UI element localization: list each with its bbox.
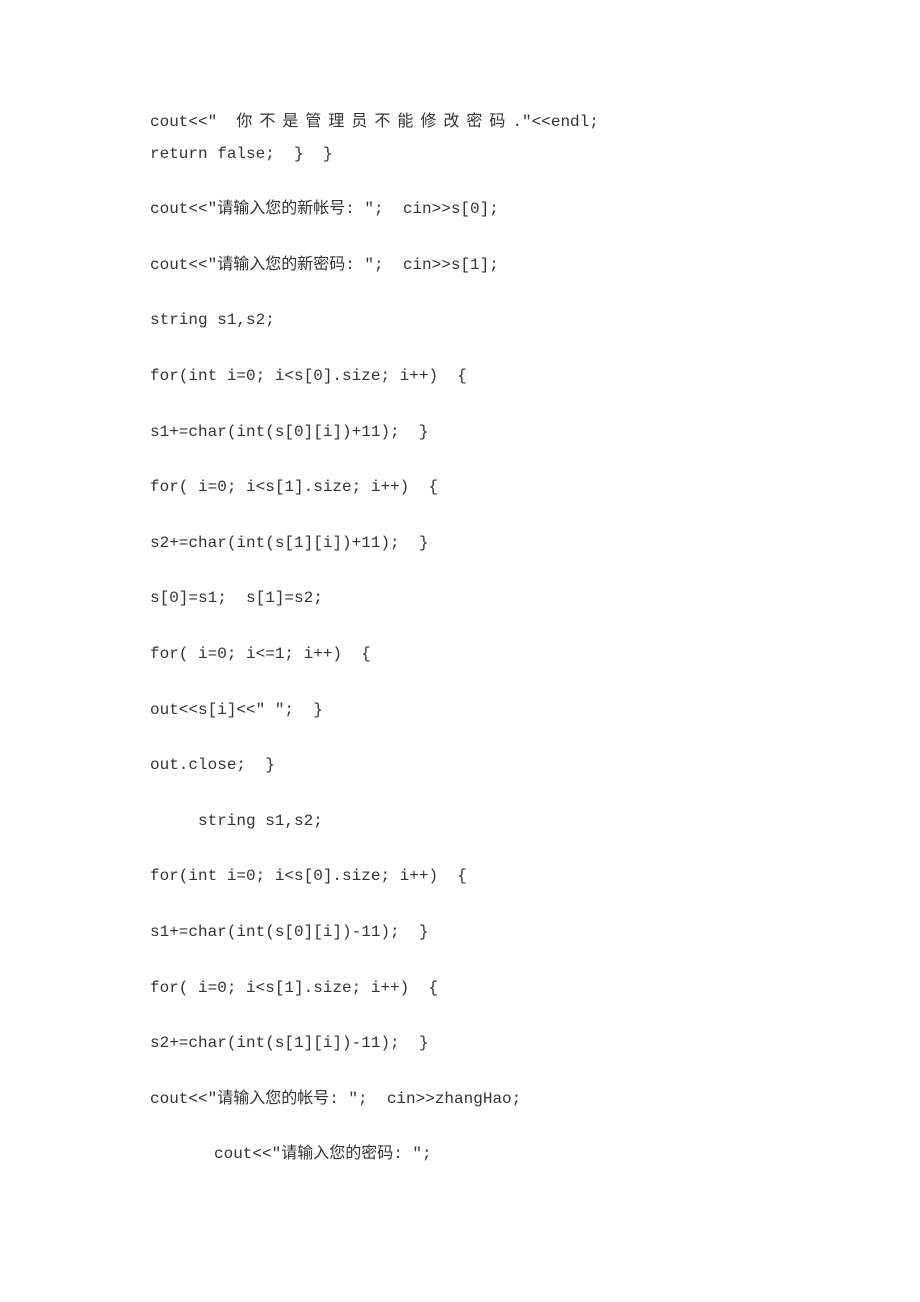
code-text: out<<s[i]<<" "; } — [150, 701, 323, 719]
code-text: return false; } } — [150, 145, 332, 163]
code-line: s1+=char(int(s[0][i])+11); } — [150, 420, 770, 446]
code-line: return false; } } — [150, 142, 770, 168]
code-text: for( i=0; i<s[1].size; i++) { — [150, 478, 438, 496]
code-line: string s1,s2; — [150, 809, 770, 835]
code-line: s2+=char(int(s[1][i])+11); } — [150, 531, 770, 557]
code-text: cout<<" — [150, 113, 236, 131]
code-line: s1+=char(int(s[0][i])-11); } — [150, 920, 770, 946]
code-line: for(int i=0; i<s[0].size; i++) { — [150, 364, 770, 390]
code-text: cout<<"请输入您的帐号: "; cin>>zhangHao; — [150, 1090, 521, 1108]
code-text: 你不是管理员不能修改密码 — [236, 113, 512, 131]
code-line: for( i=0; i<s[1].size; i++) { — [150, 475, 770, 501]
code-text: string s1,s2; — [198, 812, 323, 830]
code-line: for( i=0; i<=1; i++) { — [150, 642, 770, 668]
code-text: s1+=char(int(s[0][i])+11); } — [150, 423, 428, 441]
code-line: for(int i=0; i<s[0].size; i++) { — [150, 864, 770, 890]
document-page: cout<<" 你不是管理员不能修改密码."<<endl; return fals… — [0, 0, 920, 1278]
code-text: cout<<"请输入您的新帐号: "; cin>>s[0]; — [150, 200, 499, 218]
code-line: out.close; } — [150, 753, 770, 779]
code-line: out<<s[i]<<" "; } — [150, 698, 770, 724]
code-text: for(int i=0; i<s[0].size; i++) { — [150, 367, 467, 385]
code-text: for( i=0; i<s[1].size; i++) { — [150, 979, 438, 997]
code-text: s2+=char(int(s[1][i])-11); } — [150, 1034, 428, 1052]
code-line: s[0]=s1; s[1]=s2; — [150, 586, 770, 612]
code-line: cout<<"请输入您的新密码: "; cin>>s[1]; — [150, 253, 770, 279]
code-line: cout<<"请输入您的帐号: "; cin>>zhangHao; — [150, 1087, 770, 1113]
code-text: ."<<endl; — [512, 113, 598, 131]
code-text: for(int i=0; i<s[0].size; i++) { — [150, 867, 467, 885]
code-text: s[0]=s1; s[1]=s2; — [150, 589, 323, 607]
code-line: for( i=0; i<s[1].size; i++) { — [150, 976, 770, 1002]
code-text: s2+=char(int(s[1][i])+11); } — [150, 534, 428, 552]
code-line: s2+=char(int(s[1][i])-11); } — [150, 1031, 770, 1057]
code-line: cout<<" 你不是管理员不能修改密码."<<endl; — [150, 110, 770, 136]
code-text: s1+=char(int(s[0][i])-11); } — [150, 923, 428, 941]
code-text: string s1,s2; — [150, 311, 275, 329]
code-line: cout<<"请输入您的密码: "; — [150, 1142, 770, 1168]
code-text: out.close; } — [150, 756, 275, 774]
code-line: string s1,s2; — [150, 308, 770, 334]
code-text: cout<<"请输入您的密码: "; — [214, 1145, 432, 1163]
code-text: cout<<"请输入您的新密码: "; cin>>s[1]; — [150, 256, 499, 274]
code-text: for( i=0; i<=1; i++) { — [150, 645, 371, 663]
code-line: cout<<"请输入您的新帐号: "; cin>>s[0]; — [150, 197, 770, 223]
